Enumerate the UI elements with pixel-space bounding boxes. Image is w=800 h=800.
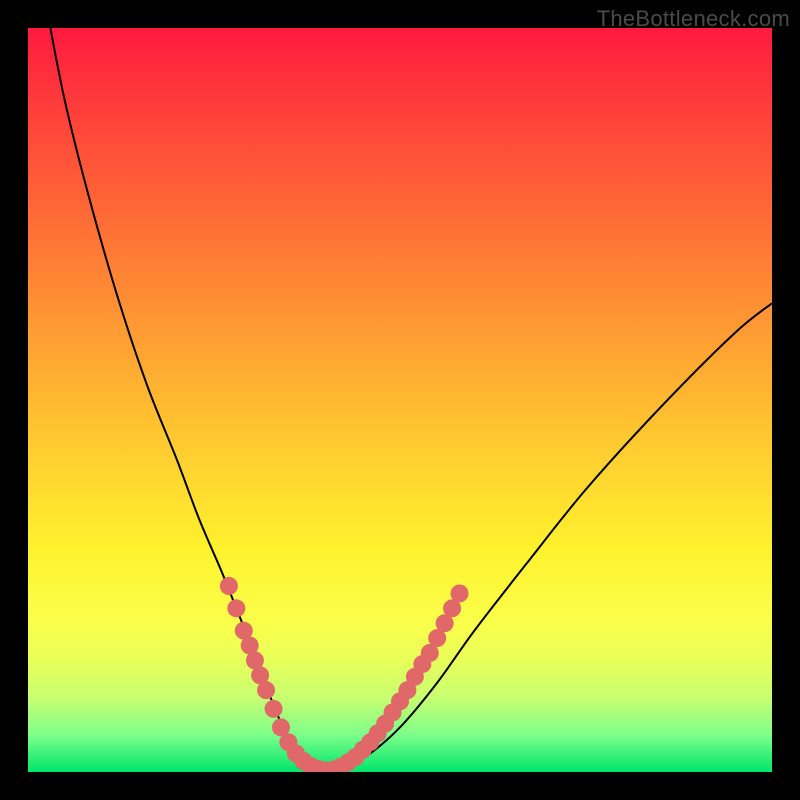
chart-frame xyxy=(28,28,772,772)
data-markers xyxy=(220,577,469,772)
data-marker xyxy=(265,700,283,718)
data-marker xyxy=(227,599,245,617)
watermark-text: TheBottleneck.com xyxy=(597,6,790,32)
data-marker xyxy=(451,584,469,602)
data-marker xyxy=(220,577,238,595)
bottleneck-curve xyxy=(50,28,772,771)
chart-svg xyxy=(28,28,772,772)
data-marker xyxy=(257,681,275,699)
